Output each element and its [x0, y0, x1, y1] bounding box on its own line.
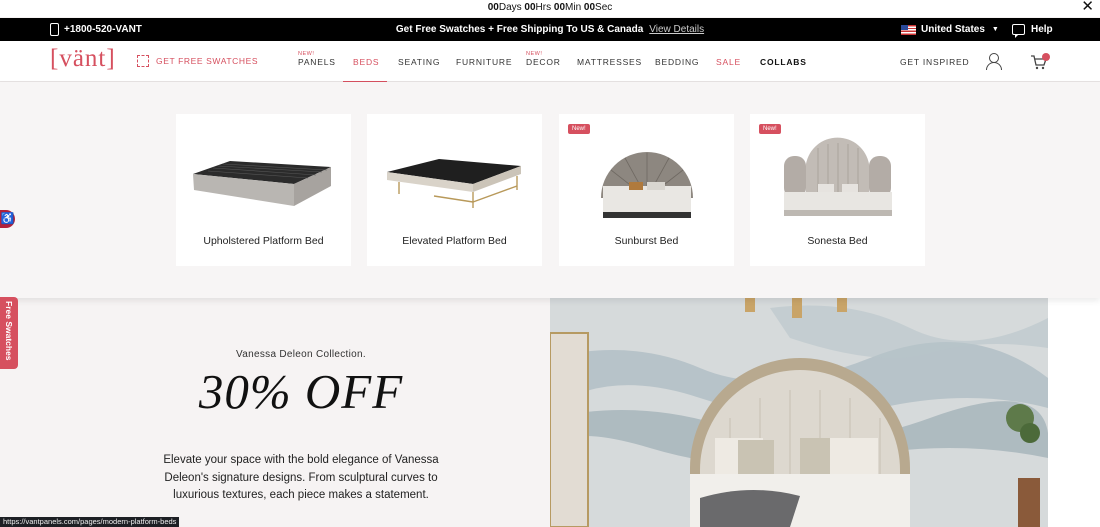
countdown-min-label: Min — [565, 2, 582, 13]
get-free-swatches-label: GET FREE SWATCHES — [156, 56, 259, 66]
close-icon[interactable]: ✕ — [1081, 0, 1094, 14]
view-details-link[interactable]: View Details — [649, 24, 704, 35]
hero-promo: Vanessa Deleon Collection. 30% OFF Eleva… — [52, 298, 550, 527]
product-name: Sunburst Bed — [614, 235, 679, 247]
free-swatches-tab-label: Free Swatches — [4, 301, 14, 361]
help-link[interactable]: Help — [1012, 18, 1053, 41]
caret-down-icon: ▼ — [991, 26, 999, 33]
beds-dropdown: Upholstered Platform Bed Elevated Platfo… — [0, 82, 1100, 298]
hero-headline: 30% OFF — [198, 364, 404, 419]
nav-item-label: BEDDING — [655, 57, 700, 67]
sunburst-bed-image — [601, 152, 693, 218]
main-nav: [vänt] GET FREE SWATCHES NEW! PANELS BED… — [0, 41, 1100, 83]
right-margin — [1048, 298, 1100, 527]
nav-item-label: SALE — [716, 57, 741, 67]
product-name: Upholstered Platform Bed — [203, 235, 324, 247]
chat-icon — [1012, 24, 1025, 38]
product-name: Elevated Platform Bed — [402, 235, 507, 247]
product-card-upholstered-platform-bed[interactable]: Upholstered Platform Bed — [176, 114, 351, 266]
user-icon[interactable] — [986, 53, 1002, 70]
status-bar-url: https://vantpanels.com/pages/modern-plat… — [0, 517, 180, 527]
product-card-elevated-platform-bed[interactable]: Elevated Platform Bed — [367, 114, 542, 266]
us-flag-icon — [901, 24, 916, 35]
promo-bar: +1800-520-VANT Get Free Swatches + Free … — [0, 18, 1100, 41]
free-swatches-tab[interactable]: Free Swatches — [0, 297, 18, 369]
nav-item-label: FURNITURE — [456, 57, 513, 67]
hero-subtitle: Vanessa Deleon Collection. — [236, 349, 366, 360]
country-label: United States — [921, 24, 985, 35]
countdown-sec-label: Sec — [595, 2, 613, 13]
swatch-icon — [137, 55, 149, 67]
nav-item-label: COLLABS — [760, 57, 807, 67]
countdown-days: 00 — [487, 2, 499, 13]
product-card-sunburst-bed[interactable]: New! Sunburst Bed — [559, 114, 734, 266]
hero-bedroom-image — [550, 298, 1048, 527]
countdown-days-label: Days — [498, 2, 522, 13]
hero-description: Elevate your space with the bold eleganc… — [163, 454, 439, 501]
get-free-swatches-link[interactable]: GET FREE SWATCHES — [137, 55, 258, 67]
countdown-bar: 00Days 00Hrs 00Min 00Sec ✕ — [0, 0, 1100, 17]
product-card-sonesta-bed[interactable]: New! Sonesta Bed — [750, 114, 925, 266]
countdown-hrs-label: Hrs — [535, 2, 552, 13]
countdown-hrs: 00 — [524, 2, 536, 13]
nav-item-label: BEDS — [353, 57, 380, 67]
help-label: Help — [1031, 24, 1053, 35]
upholstered-platform-bed-image — [193, 161, 331, 206]
bedroom-illustration — [550, 298, 1048, 527]
product-name: Sonesta Bed — [807, 235, 868, 247]
countdown-min: 00 — [553, 2, 566, 13]
elevated-platform-bed-image — [387, 159, 521, 208]
logo[interactable]: [vänt] — [50, 45, 116, 73]
sonesta-bed-image — [784, 137, 892, 216]
nav-item-label: MATTRESSES — [577, 57, 642, 67]
page: 00Days 00Hrs 00Min 00Sec ✕ +1800-520-VAN… — [0, 0, 1100, 527]
cart-badge — [1042, 53, 1050, 61]
promo-message: Get Free Swatches + Free Shipping To US … — [395, 24, 644, 35]
countdown-sec: 00 — [583, 2, 596, 13]
nav-item-label: SEATING — [398, 57, 441, 67]
get-inspired-link[interactable]: GET INSPIRED — [900, 57, 969, 67]
nav-item-label: PANELS — [298, 57, 336, 67]
country-selector[interactable]: United States ▼ — [901, 18, 999, 41]
nav-item-label: DECOR — [526, 57, 561, 67]
